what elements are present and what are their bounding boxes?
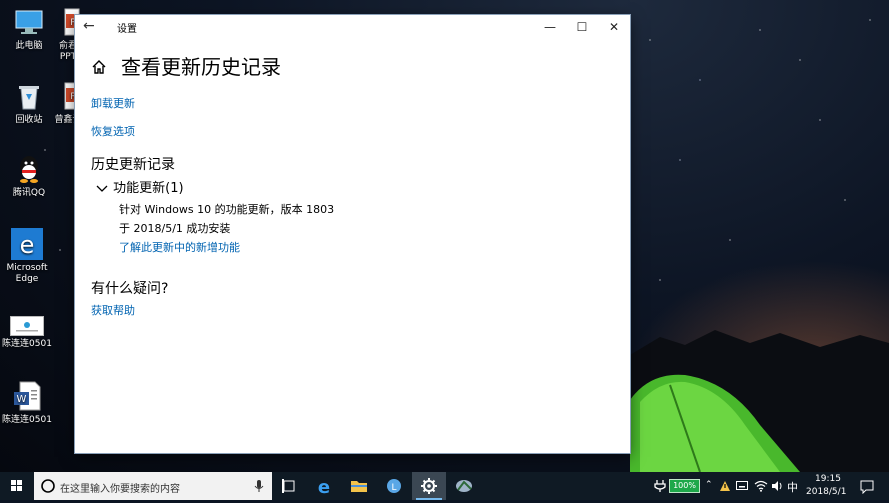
update-status: 于 2018/5/1 成功安装 bbox=[119, 222, 231, 235]
recovery-options-link[interactable]: 恢复选项 bbox=[91, 123, 135, 139]
ime-indicator[interactable]: 中 bbox=[787, 479, 798, 495]
taskbar-file-explorer[interactable] bbox=[342, 472, 376, 500]
desktop-icon-qq[interactable]: 腾讯QQ bbox=[0, 153, 58, 199]
help-heading: 有什么疑问? bbox=[91, 281, 169, 297]
windows-logo-icon bbox=[11, 480, 22, 491]
start-button[interactable] bbox=[0, 472, 34, 500]
green-tent bbox=[630, 374, 800, 472]
task-view-icon bbox=[282, 479, 295, 493]
edge-icon: e bbox=[11, 228, 43, 260]
search-box[interactable]: 在这里输入你要搜索的内容 bbox=[34, 472, 272, 500]
edge-icon: e bbox=[318, 477, 330, 498]
image-file-icon bbox=[10, 316, 44, 336]
maximize-button[interactable]: ☐ bbox=[567, 17, 597, 37]
update-name: 针对 Windows 10 的功能更新，版本 1803 bbox=[119, 203, 335, 216]
power-plug-icon bbox=[654, 480, 666, 492]
svg-text:L: L bbox=[391, 483, 396, 493]
keyboard-tray-icon[interactable] bbox=[736, 481, 748, 491]
uninstall-updates-link[interactable]: 卸载更新 bbox=[91, 95, 135, 111]
get-help-link[interactable]: 获取帮助 bbox=[91, 302, 135, 318]
desktop-icon-edge[interactable]: e Microsoft Edge bbox=[0, 228, 57, 285]
title-bar[interactable]: ← 设置 — ☐ ✕ bbox=[75, 15, 630, 39]
desktop-icon-label: 腾讯QQ bbox=[12, 188, 46, 198]
clock-time[interactable]: 19:15 bbox=[815, 474, 841, 484]
clock-date[interactable]: 2018/5/1 bbox=[806, 487, 846, 497]
close-button[interactable]: ✕ bbox=[599, 17, 629, 37]
taskbar-photo-app[interactable] bbox=[447, 472, 481, 500]
folder-icon bbox=[351, 481, 367, 492]
window-title: 设置 bbox=[117, 24, 137, 35]
microphone-icon[interactable] bbox=[254, 479, 264, 493]
learn-more-link[interactable]: 了解此更新中的新增功能 bbox=[119, 239, 240, 255]
taskbar-edge[interactable]: e bbox=[307, 472, 341, 500]
back-arrow-icon[interactable]: ← bbox=[83, 18, 95, 34]
desktop-icon-image-file[interactable]: 陈连连0501 bbox=[0, 316, 57, 350]
qq-icon bbox=[13, 153, 45, 185]
settings-window: ← 设置 — ☐ ✕ 查看更新历史记录 卸载更新 恢复选项 历史更新记录 功能更… bbox=[75, 15, 630, 453]
show-hidden-icons-chevron[interactable]: ⌃ bbox=[705, 480, 713, 490]
svg-text:W: W bbox=[17, 394, 27, 405]
cortana-circle-icon bbox=[41, 479, 55, 493]
feature-updates-label: 功能更新(1) bbox=[113, 181, 184, 196]
battery-indicator[interactable]: 100% bbox=[669, 479, 700, 493]
page-title: 查看更新历史记录 bbox=[121, 55, 281, 79]
photo-app-icon bbox=[456, 480, 472, 492]
volume-icon[interactable] bbox=[771, 480, 783, 492]
svg-text:e: e bbox=[318, 477, 330, 498]
warning-tray-icon[interactable] bbox=[719, 480, 731, 492]
search-placeholder: 在这里输入你要搜索的内容 bbox=[60, 484, 180, 495]
action-center-icon[interactable] bbox=[860, 480, 874, 494]
desktop-icon-label: 陈连连0501 bbox=[2, 415, 52, 425]
wifi-icon[interactable] bbox=[754, 480, 768, 492]
desktop-icon-label: Microsoft Edge bbox=[6, 263, 48, 284]
gear-icon bbox=[421, 478, 437, 494]
word-doc-icon: W bbox=[11, 380, 43, 412]
minimize-button[interactable]: — bbox=[535, 17, 565, 37]
home-icon[interactable] bbox=[91, 59, 107, 75]
taskbar-app-l[interactable]: L bbox=[377, 472, 411, 500]
history-heading: 历史更新记录 bbox=[91, 157, 175, 173]
feature-updates-toggle[interactable]: 功能更新(1) bbox=[95, 177, 184, 196]
desktop-icon-label: 陈连连0501 bbox=[2, 339, 52, 349]
recycle-bin-icon bbox=[13, 80, 45, 112]
taskbar-settings[interactable] bbox=[412, 472, 446, 500]
desktop-icon-word-doc[interactable]: W 陈连连0501 bbox=[0, 380, 57, 426]
taskbar: 在这里输入你要搜索的内容 e L 100% ⌃ 中 19:15 2018/5/1 bbox=[0, 472, 889, 500]
chevron-down-icon bbox=[96, 185, 108, 192]
svg-text:e: e bbox=[20, 231, 35, 259]
task-view-button[interactable] bbox=[272, 472, 306, 500]
computer-icon bbox=[13, 6, 45, 38]
lync-icon: L bbox=[387, 479, 401, 493]
